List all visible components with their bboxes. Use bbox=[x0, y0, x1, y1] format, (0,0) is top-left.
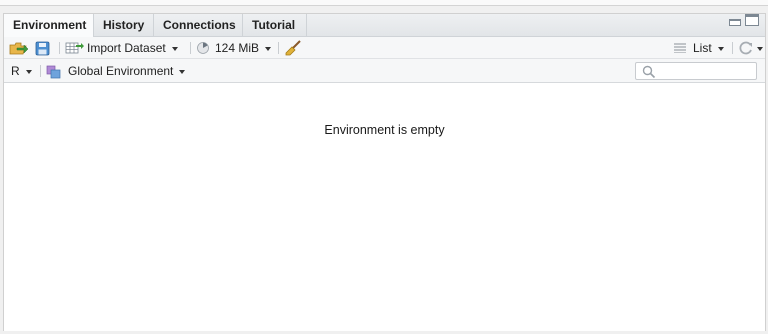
chevron-down-icon bbox=[25, 69, 32, 74]
environment-label: Global Environment bbox=[68, 64, 174, 78]
top-divider bbox=[0, 0, 768, 6]
chevron-down-icon bbox=[179, 69, 186, 74]
view-mode-button[interactable]: List bbox=[674, 37, 724, 59]
open-folder-icon bbox=[9, 42, 29, 55]
import-dataset-button[interactable]: Import Dataset bbox=[65, 37, 178, 59]
save-workspace-button[interactable] bbox=[35, 37, 50, 59]
chevron-down-icon bbox=[171, 46, 178, 51]
environment-scope-bar: R Global Environment bbox=[4, 59, 765, 83]
refresh-icon bbox=[739, 41, 752, 55]
language-selector[interactable]: R bbox=[11, 60, 32, 82]
chevron-down-icon bbox=[265, 46, 272, 51]
chevron-down-icon bbox=[717, 46, 724, 51]
import-table-icon bbox=[65, 42, 84, 54]
maximize-pane-button[interactable] bbox=[745, 14, 759, 26]
import-dataset-label: Import Dataset bbox=[87, 41, 166, 55]
search-input[interactable] bbox=[635, 62, 757, 80]
search-icon bbox=[642, 65, 656, 79]
empty-environment-message: Environment is empty bbox=[324, 123, 445, 137]
list-icon bbox=[674, 43, 686, 53]
environment-toolbar: Import Dataset 124 MiB List bbox=[4, 37, 765, 59]
tab-history[interactable]: History bbox=[94, 14, 154, 37]
environment-content: Environment is empty bbox=[4, 83, 765, 331]
memory-usage-button[interactable]: 124 MiB bbox=[196, 37, 272, 59]
environment-cubes-icon bbox=[46, 65, 61, 78]
language-label: R bbox=[11, 64, 20, 78]
load-workspace-button[interactable] bbox=[9, 37, 29, 59]
tab-connections[interactable]: Connections bbox=[154, 14, 243, 37]
refresh-button[interactable] bbox=[738, 37, 763, 59]
minimize-pane-button[interactable] bbox=[729, 19, 741, 26]
environment-pane: Environment History Connections Tutorial bbox=[3, 13, 766, 331]
environment-selector[interactable]: Global Environment bbox=[46, 60, 186, 82]
chevron-down-icon bbox=[757, 46, 763, 51]
tab-tutorial[interactable]: Tutorial bbox=[243, 14, 307, 37]
tab-environment[interactable]: Environment bbox=[4, 14, 94, 38]
broom-icon bbox=[285, 40, 301, 56]
save-icon bbox=[35, 41, 50, 55]
pane-tabbar: Environment History Connections Tutorial bbox=[4, 14, 765, 38]
memory-usage-label: 124 MiB bbox=[215, 41, 260, 55]
memory-pie-icon bbox=[197, 42, 209, 54]
view-mode-label: List bbox=[693, 41, 712, 55]
clear-workspace-button[interactable] bbox=[284, 37, 302, 59]
